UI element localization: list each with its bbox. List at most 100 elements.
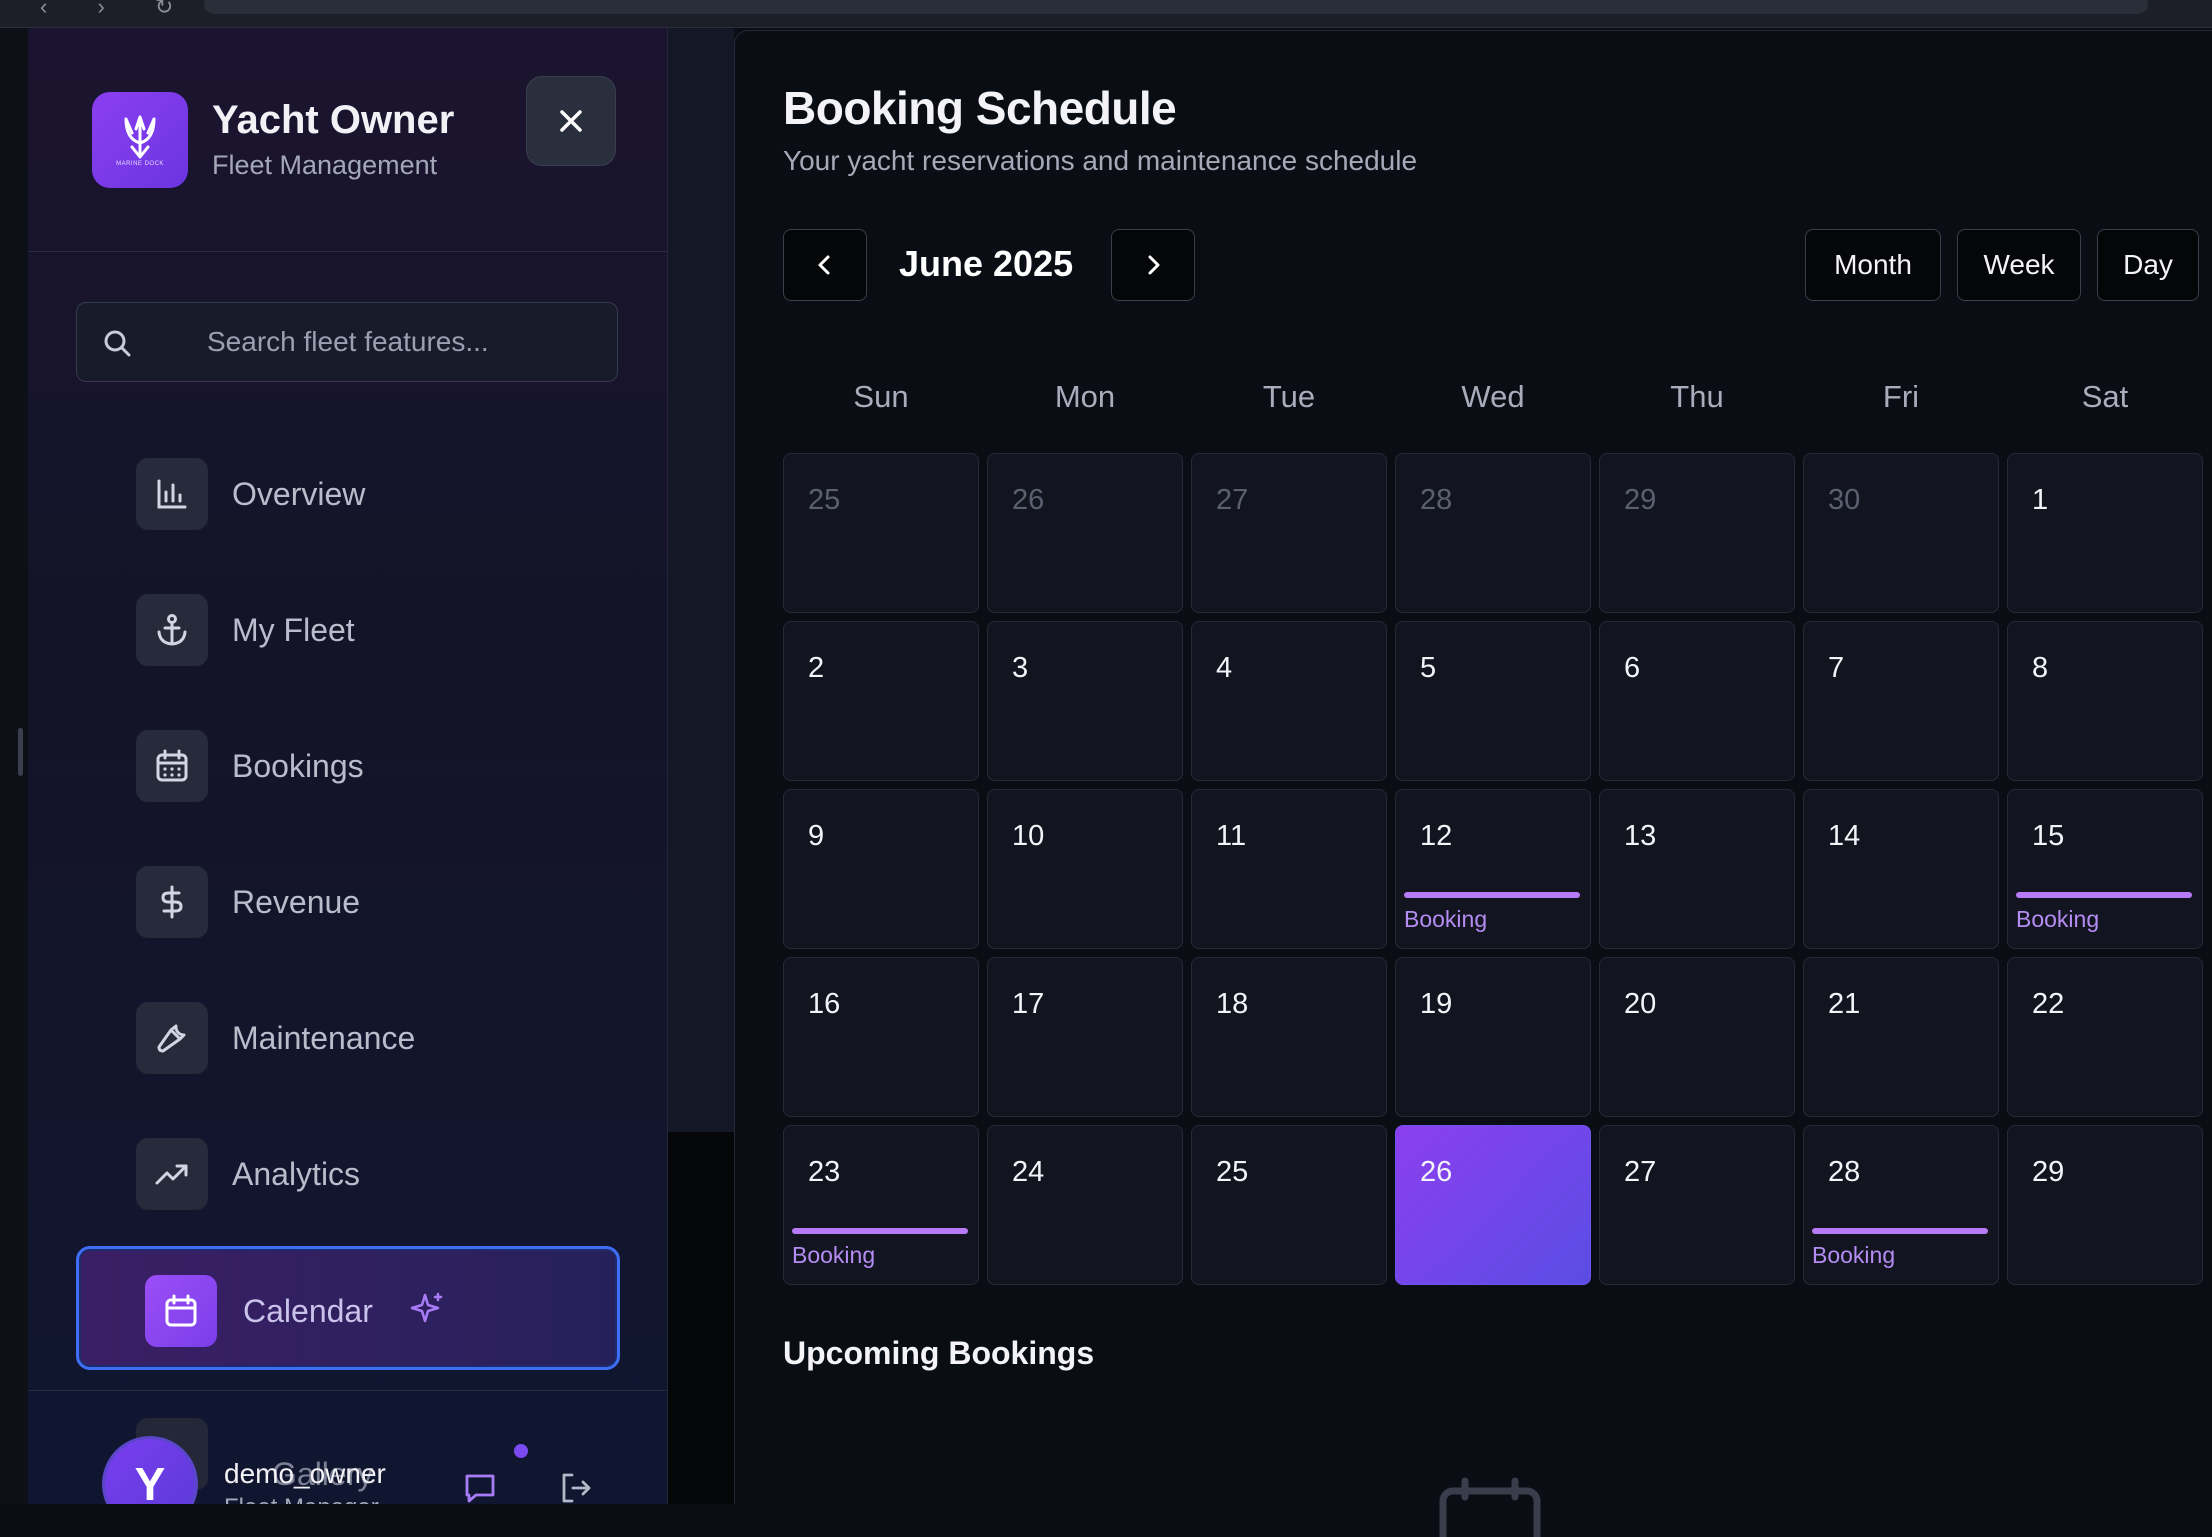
calendar-day[interactable]: 30 xyxy=(1803,453,1999,613)
calendar-day[interactable]: 26 xyxy=(987,453,1183,613)
sidebar-item-bookings[interactable]: Bookings xyxy=(76,714,620,818)
message-icon[interactable] xyxy=(462,1470,498,1504)
sidebar-item-maintenance[interactable]: Maintenance xyxy=(76,986,620,1090)
calendar-day[interactable]: 9 xyxy=(783,789,979,949)
sidebar-item-label: Maintenance xyxy=(232,1020,416,1056)
calendar-day[interactable]: 23 Booking xyxy=(783,1125,979,1285)
page-title: Booking Schedule xyxy=(783,82,1177,134)
booking-bar[interactable] xyxy=(1404,892,1580,898)
day-number: 9 xyxy=(808,820,825,852)
day-number: 24 xyxy=(1012,1156,1045,1188)
logout-icon[interactable] xyxy=(558,1470,594,1504)
calendar-day[interactable]: 21 xyxy=(1803,957,1999,1117)
calendar-day[interactable]: 11 xyxy=(1191,789,1387,949)
booking-bar[interactable] xyxy=(2016,892,2192,898)
view-day-button[interactable]: Day xyxy=(2097,229,2199,301)
day-number: 29 xyxy=(2032,1156,2065,1188)
search-box[interactable] xyxy=(76,302,618,382)
sidebar-item-calendar[interactable]: Calendar xyxy=(76,1246,620,1370)
calendar-day[interactable]: 4 xyxy=(1191,621,1387,781)
calendar-day[interactable]: 24 xyxy=(987,1125,1183,1285)
day-number: 17 xyxy=(1012,988,1045,1020)
calendar-grid-icon xyxy=(136,730,208,802)
calendar-day[interactable]: 28 Booking xyxy=(1803,1125,1999,1285)
search-input[interactable] xyxy=(207,303,607,381)
day-number: 8 xyxy=(2032,652,2049,684)
calendar-day[interactable]: 2 xyxy=(783,621,979,781)
day-number: 30 xyxy=(1828,484,1861,516)
calendar-day[interactable]: 20 xyxy=(1599,957,1795,1117)
user-role: Fleet Manager xyxy=(224,1494,379,1504)
calendar-day[interactable]: 27 xyxy=(1599,1125,1795,1285)
calendar-day[interactable]: 25 xyxy=(1191,1125,1387,1285)
day-number: 4 xyxy=(1216,652,1233,684)
day-number: 23 xyxy=(808,1156,841,1188)
calendar-day-today[interactable]: 26 xyxy=(1395,1125,1591,1285)
user-profile: Y demo_owner Fleet Manager xyxy=(72,1436,632,1504)
empty-calendar-icon xyxy=(1439,1477,1541,1537)
calendar-day[interactable]: 1 xyxy=(2007,453,2203,613)
sidebar-item-label: My Fleet xyxy=(232,612,355,648)
sidebar-item-overview[interactable]: Overview xyxy=(76,442,620,546)
booking-bar[interactable] xyxy=(792,1228,968,1234)
day-number: 25 xyxy=(808,484,841,516)
sidebar-item-revenue[interactable]: Revenue xyxy=(76,850,620,954)
booking-label[interactable]: Booking xyxy=(1404,906,1487,933)
day-number: 19 xyxy=(1420,988,1453,1020)
calendar-day[interactable]: 5 xyxy=(1395,621,1591,781)
calendar-day[interactable]: 6 xyxy=(1599,621,1795,781)
sidebar-item-analytics[interactable]: Analytics xyxy=(76,1122,620,1226)
calendar-day[interactable]: 13 xyxy=(1599,789,1795,949)
calendar-day[interactable]: 22 xyxy=(2007,957,2203,1117)
app-logo: MARINE DOCK xyxy=(92,92,188,188)
booking-label[interactable]: Booking xyxy=(2016,906,2099,933)
browser-nav-icons[interactable]: ‹ › ↻ xyxy=(40,0,195,20)
calendar-day[interactable]: 8 xyxy=(2007,621,2203,781)
booking-bar[interactable] xyxy=(1812,1228,1988,1234)
close-sidebar-button[interactable] xyxy=(526,76,616,166)
day-number: 28 xyxy=(1420,484,1453,516)
booking-label[interactable]: Booking xyxy=(1812,1242,1895,1269)
background-panel xyxy=(668,1132,734,1504)
calendar-day[interactable]: 27 xyxy=(1191,453,1387,613)
view-week-button[interactable]: Week xyxy=(1957,229,2081,301)
resize-handle[interactable] xyxy=(18,728,23,776)
weekday-label: Sun xyxy=(853,379,909,414)
calendar-day[interactable]: 16 xyxy=(783,957,979,1117)
calendar-day[interactable]: 29 xyxy=(1599,453,1795,613)
calendar-day[interactable]: 19 xyxy=(1395,957,1591,1117)
wrench-icon xyxy=(136,1002,208,1074)
avatar[interactable]: Y xyxy=(102,1436,198,1504)
sidebar-divider xyxy=(28,1390,667,1391)
day-number: 13 xyxy=(1624,820,1657,852)
sparkle-icon xyxy=(410,1292,443,1323)
app-title: Yacht Owner xyxy=(212,98,455,142)
chevron-right-icon xyxy=(1148,255,1160,275)
day-number: 26 xyxy=(1420,1156,1453,1188)
weekday-label: Sat xyxy=(2081,379,2129,414)
page-subtitle: Your yacht reservations and maintenance … xyxy=(783,145,1418,176)
calendar-day[interactable]: 10 xyxy=(987,789,1183,949)
next-month-button[interactable] xyxy=(1111,229,1195,301)
calendar-day[interactable]: 17 xyxy=(987,957,1183,1117)
sidebar: MARINE DOCK Yacht Owner Fleet Management… xyxy=(28,28,668,1504)
calendar-day[interactable]: 29 xyxy=(2007,1125,2203,1285)
calendar-day[interactable]: 7 xyxy=(1803,621,1999,781)
day-number: 1 xyxy=(2032,484,2049,516)
logo-caption: MARINE DOCK xyxy=(116,161,164,167)
calendar-day[interactable]: 14 xyxy=(1803,789,1999,949)
day-number: 2 xyxy=(808,652,825,684)
calendar-day[interactable]: 18 xyxy=(1191,957,1387,1117)
calendar-day[interactable]: 15 Booking xyxy=(2007,789,2203,949)
calendar-day[interactable]: 28 xyxy=(1395,453,1591,613)
search-icon xyxy=(104,330,131,357)
view-month-button[interactable]: Month xyxy=(1805,229,1941,301)
calendar-day[interactable]: 12 Booking xyxy=(1395,789,1591,949)
prev-month-button[interactable] xyxy=(783,229,867,301)
calendar-day[interactable]: 3 xyxy=(987,621,1183,781)
sidebar-item-my-fleet[interactable]: My Fleet xyxy=(76,578,620,682)
address-bar[interactable] xyxy=(204,0,2148,14)
calendar-day[interactable]: 25 xyxy=(783,453,979,613)
booking-label[interactable]: Booking xyxy=(792,1242,875,1269)
bar-chart-icon xyxy=(136,458,208,530)
